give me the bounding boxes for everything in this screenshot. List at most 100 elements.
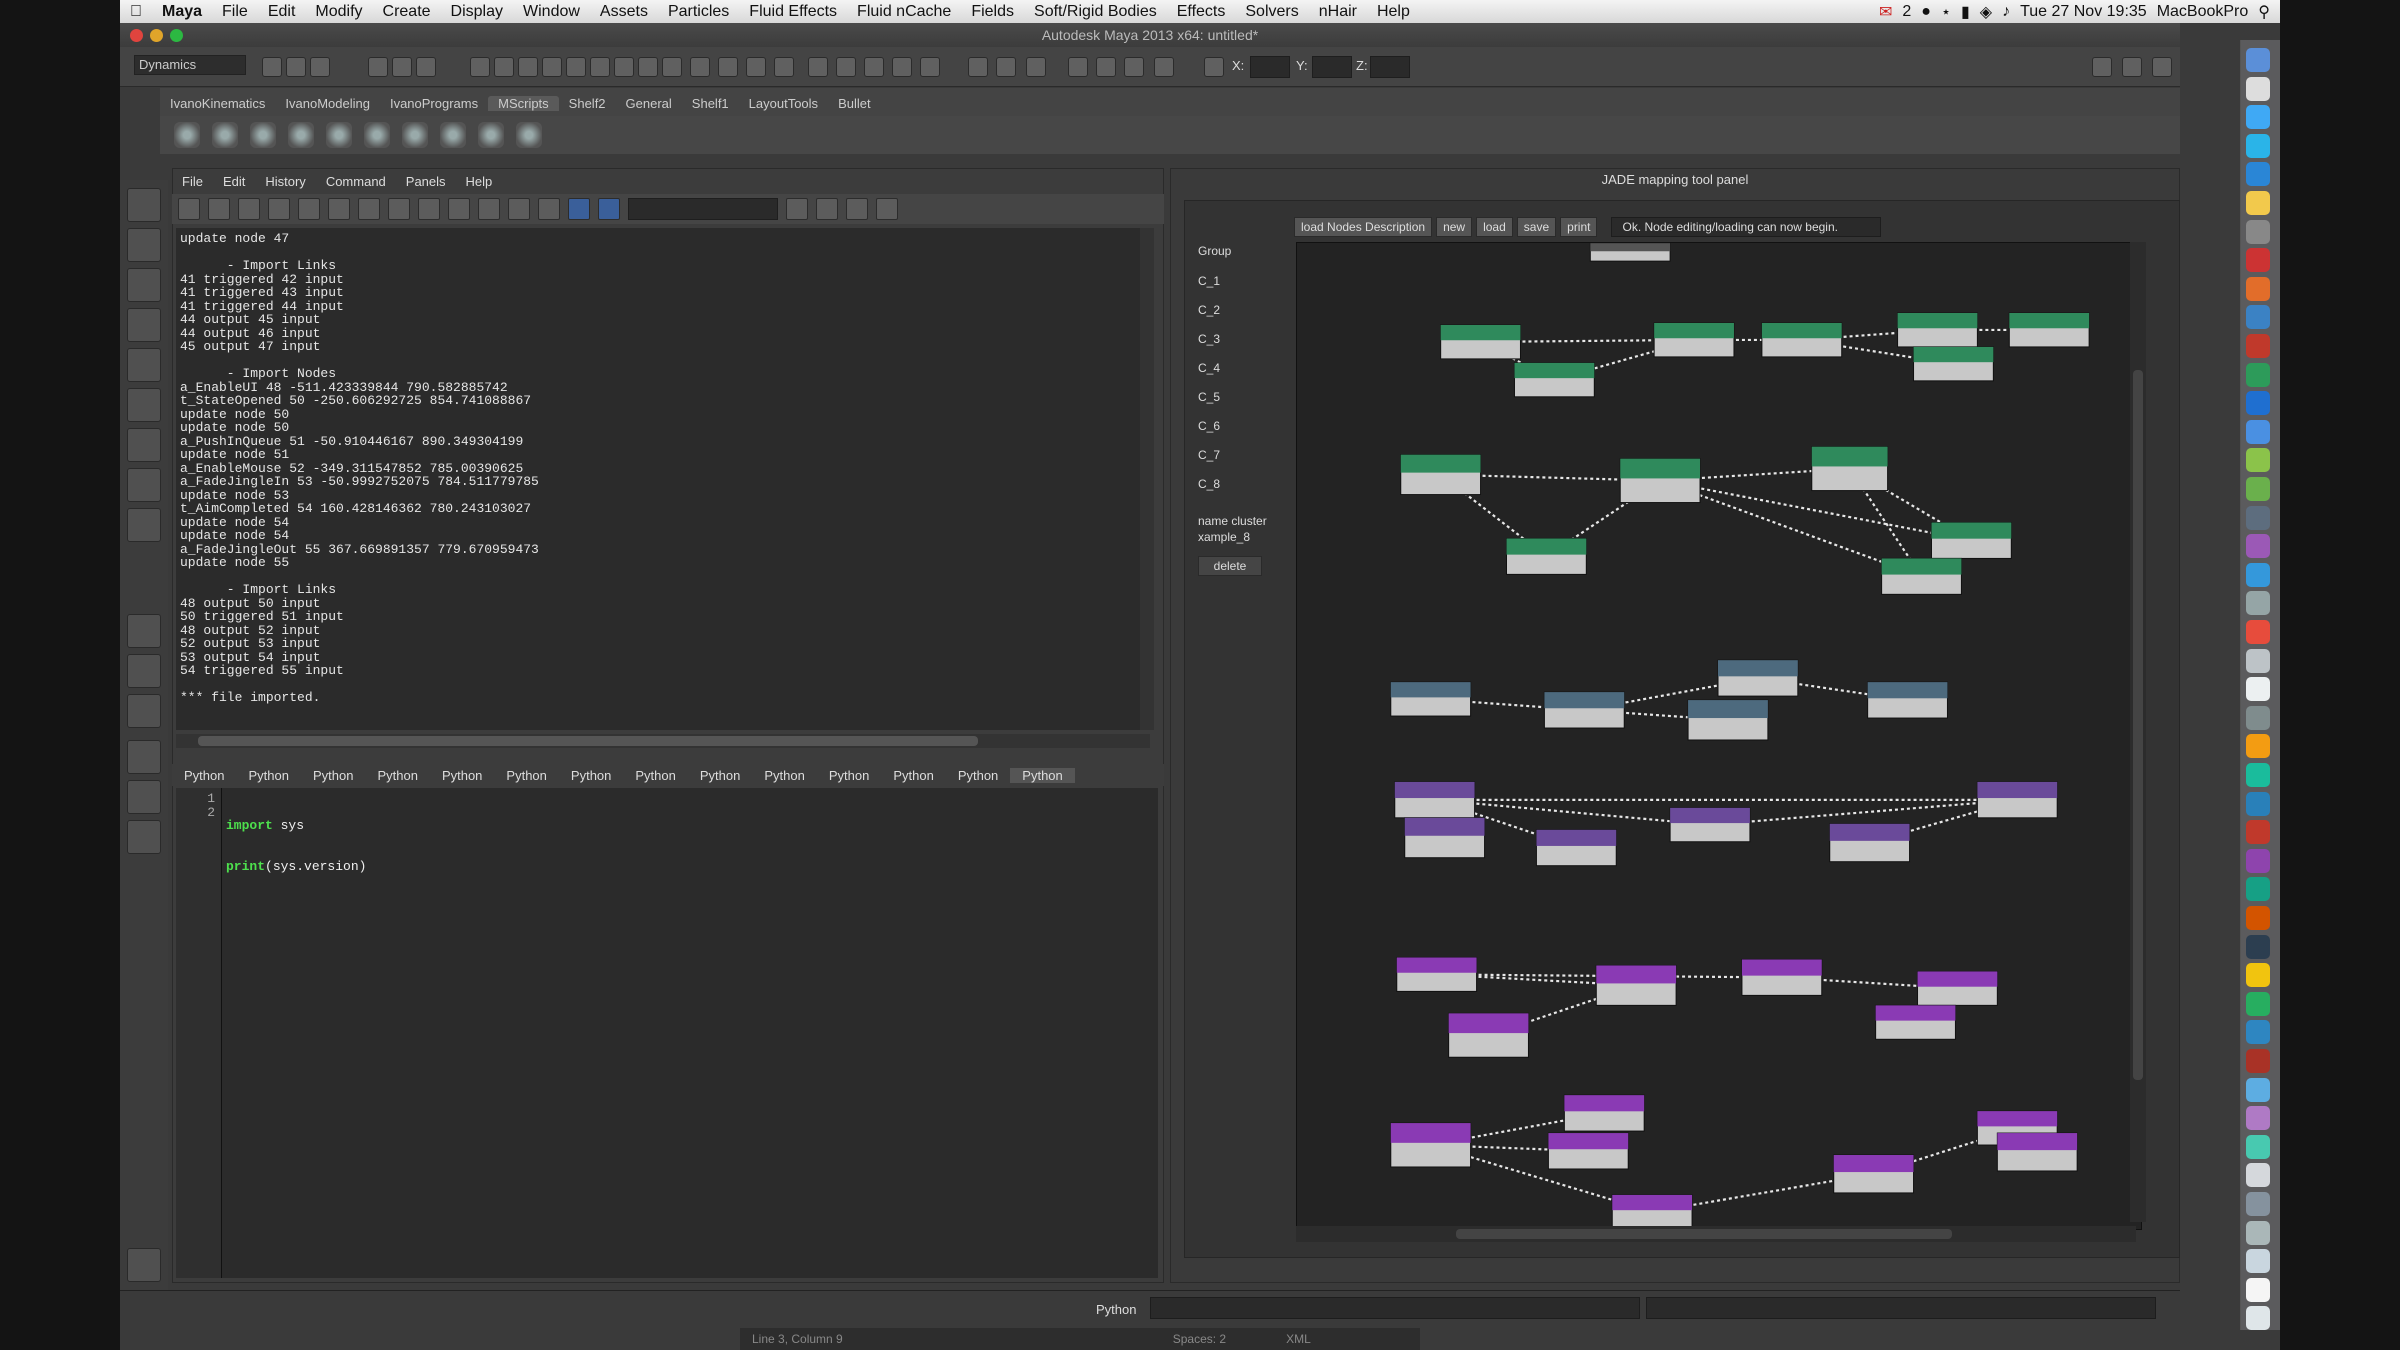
group-item-c6[interactable]: C_6 (1198, 419, 1220, 433)
graph-node-header[interactable] (1811, 446, 1888, 467)
dock-app-icon[interactable] (2246, 448, 2270, 473)
graph-node[interactable] (1404, 817, 1486, 859)
render-settings-icon[interactable] (808, 57, 828, 77)
group-item-c4[interactable]: C_4 (1198, 361, 1220, 375)
app-menu[interactable]: Maya (152, 3, 212, 21)
graph-node-header[interactable] (1897, 313, 1978, 329)
graph-node-header[interactable] (1596, 965, 1677, 984)
shelf-script-icon[interactable] (212, 122, 238, 148)
se-menu-history[interactable]: History (255, 174, 315, 189)
graph-node-header[interactable] (1833, 1155, 1914, 1173)
menu-nhair[interactable]: nHair (1309, 3, 1367, 21)
node-graph-canvas[interactable] (1296, 242, 2142, 1230)
execute-icon[interactable] (598, 198, 620, 220)
open-scene-icon[interactable] (286, 57, 306, 77)
command-input[interactable] (1150, 1297, 1640, 1319)
history-scroll-thumb[interactable] (198, 736, 978, 746)
graph-node[interactable] (1563, 1094, 1645, 1132)
graph-node[interactable] (1543, 691, 1625, 729)
script-tab[interactable]: Python (172, 768, 236, 783)
absolute-transform-icon[interactable] (1096, 57, 1116, 77)
render-frame-icon[interactable] (746, 57, 766, 77)
graph-node[interactable] (1448, 1012, 1529, 1058)
menu-effects[interactable]: Effects (1167, 3, 1236, 21)
bluetooth-icon[interactable]: ⋆ (1941, 2, 1951, 22)
graph-node[interactable] (1506, 537, 1587, 575)
shelf-script-icon[interactable] (478, 122, 504, 148)
shelf-script-icon[interactable] (174, 122, 200, 148)
save-to-shelf-icon[interactable] (268, 198, 290, 220)
batch-render-icon[interactable] (920, 57, 940, 77)
graph-node[interactable] (1619, 458, 1701, 504)
graph-node[interactable] (2008, 312, 2090, 348)
help-line-icon[interactable] (690, 57, 710, 77)
y-field[interactable] (1312, 56, 1352, 78)
channel-box-icon[interactable] (968, 57, 988, 77)
dock-app-icon[interactable] (2246, 1163, 2270, 1188)
dock-app-icon[interactable] (2246, 820, 2270, 845)
z-field[interactable] (1370, 56, 1410, 78)
transform-mode-icon[interactable] (1068, 57, 1088, 77)
dock-app-icon[interactable] (2246, 505, 2270, 530)
search-up-icon[interactable] (816, 198, 838, 220)
lock-icon[interactable] (718, 57, 738, 77)
graph-node-header[interactable] (1590, 243, 1671, 252)
open-script-icon[interactable] (178, 198, 200, 220)
graph-node[interactable] (1875, 1004, 1956, 1040)
dock-app-icon[interactable] (2246, 1277, 2270, 1302)
dock-app-icon[interactable] (2246, 1020, 2270, 1045)
graph-node[interactable] (1611, 1194, 1693, 1229)
goto-line-icon[interactable] (846, 198, 868, 220)
ipr-render-icon[interactable] (774, 57, 794, 77)
search-down-icon[interactable] (786, 198, 808, 220)
graph-node-header[interactable] (1688, 700, 1768, 719)
graph-node-header[interactable] (1440, 324, 1521, 341)
menu-assets[interactable]: Assets (590, 3, 658, 21)
graph-node[interactable] (1829, 823, 1911, 863)
paint-select-icon[interactable] (127, 268, 161, 302)
graph-node-header[interactable] (1514, 362, 1595, 379)
dock-app-icon[interactable] (2246, 534, 2270, 559)
name-cluster-field[interactable]: xample_8 (1198, 530, 1250, 544)
shelf-script-icon[interactable] (364, 122, 390, 148)
dock-app-icon[interactable] (2246, 1249, 2270, 1274)
graph-node-header[interactable] (1396, 957, 1477, 973)
menu-solvers[interactable]: Solvers (1235, 3, 1308, 21)
dock-app-icon[interactable] (2246, 419, 2270, 444)
minimize-window-button[interactable] (150, 29, 163, 42)
dock-app-icon[interactable] (2246, 1077, 2270, 1102)
menu-soft-rigid-bodies[interactable]: Soft/Rigid Bodies (1024, 3, 1167, 21)
graph-node[interactable] (1811, 446, 1889, 492)
graph-node-header[interactable] (2009, 313, 2090, 329)
graph-node-header[interactable] (1917, 971, 1998, 987)
script-tab[interactable]: Python (752, 768, 816, 783)
graph-node[interactable] (1881, 557, 1962, 595)
graph-node[interactable] (1717, 659, 1799, 697)
graph-node[interactable] (1396, 956, 1478, 992)
show-input-icon[interactable] (478, 198, 500, 220)
snap-curve-icon[interactable] (494, 57, 514, 77)
menu-window[interactable]: Window (513, 3, 590, 21)
dock-app-icon[interactable] (2246, 763, 2270, 787)
layout-two-icon[interactable] (127, 694, 161, 728)
layout-four-icon[interactable] (127, 654, 161, 688)
attribute-editor-icon[interactable] (1026, 57, 1046, 77)
graph-node-header[interactable] (1829, 823, 1910, 841)
graph-node[interactable] (1976, 781, 2058, 819)
graph-node[interactable] (1996, 1132, 2078, 1172)
toggle-channel-box-icon[interactable] (2152, 57, 2172, 77)
output-ops-icon[interactable] (638, 57, 658, 77)
group-item-c1[interactable]: C_1 (1198, 274, 1220, 288)
dock-app-icon[interactable] (2246, 76, 2270, 101)
graph-node-header[interactable] (1390, 682, 1471, 698)
dock-app-icon[interactable] (2246, 1134, 2270, 1159)
spotlight-icon[interactable]: ⚲ (2258, 2, 2270, 22)
graph-node-header[interactable] (1620, 458, 1701, 479)
se-menu-panels[interactable]: Panels (396, 174, 456, 189)
graph-node[interactable] (1917, 970, 1998, 1006)
delete-group-button[interactable]: delete (1198, 556, 1262, 576)
menu-help[interactable]: Help (1367, 3, 1420, 21)
graph-node[interactable] (1547, 1132, 1629, 1170)
move-tool-icon[interactable] (127, 308, 161, 342)
script-tab[interactable]: Python (430, 768, 494, 783)
